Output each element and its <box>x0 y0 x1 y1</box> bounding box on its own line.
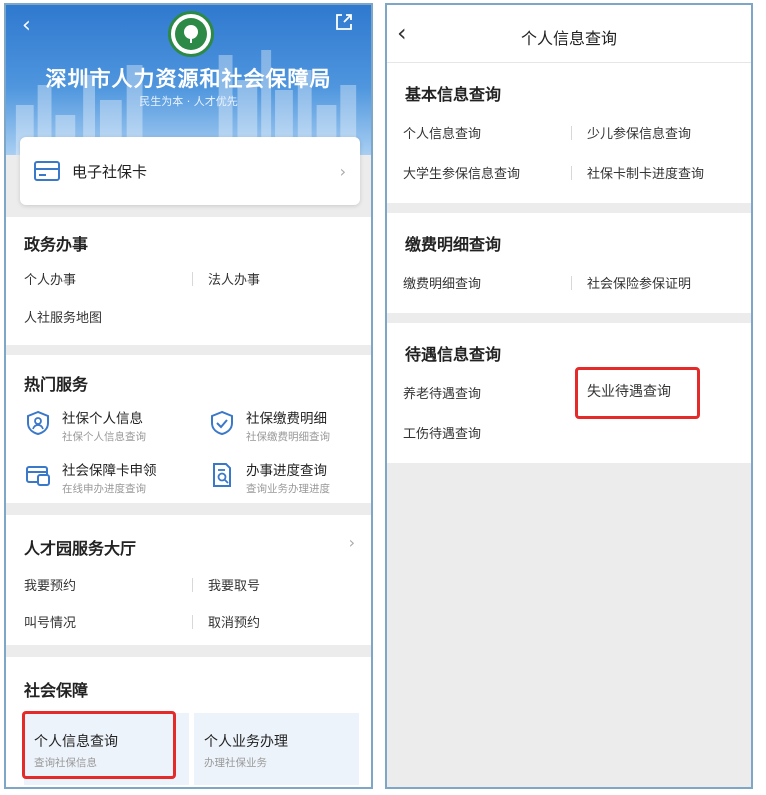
left-phone-screen: ‹ 深圳市人力资源和社会保障局 民生为本 · 人才优先 电子社保卡 › 政务办事… <box>4 3 373 789</box>
service-name: 社保个人信息 <box>62 411 143 427</box>
section-title: 热门服务 <box>24 375 89 394</box>
tile-sub: 办理社保业务 <box>204 757 267 769</box>
service-sub: 社保缴费明细查询 <box>246 431 330 443</box>
ecard-entry[interactable]: 电子社保卡 › <box>20 137 360 205</box>
hot-services-section: 热门服务 社保个人信息 社保个人信息查询 社保缴费明细 社保缴费明细查询 社会保… <box>6 355 371 503</box>
section-title: 人才园服务大厅 <box>24 539 137 558</box>
payment-detail-section: 缴费明细查询 缴费明细查询 社会保险参保证明 <box>387 213 751 313</box>
query-personal-info[interactable]: 个人信息查询 <box>403 123 481 142</box>
shield-check-icon <box>211 410 233 436</box>
service-name: 社保缴费明细 <box>246 411 327 427</box>
right-phone-screen: ‹ 个人信息查询 基本信息查询 个人信息查询 少儿参保信息查询 大学生参保信息查… <box>385 3 753 789</box>
gov-item-corporate[interactable]: 法人办事 <box>208 269 260 288</box>
document-search-icon <box>213 463 231 487</box>
service-payment-detail[interactable]: 社保缴费明细 社保缴费明细查询 <box>208 407 330 444</box>
tile-personal-business[interactable]: 个人业务办理 办理社保业务 <box>194 713 359 785</box>
tree-icon <box>184 25 198 43</box>
query-child-insurance[interactable]: 少儿参保信息查询 <box>587 123 691 142</box>
query-card-progress[interactable]: 社保卡制卡进度查询 <box>587 163 704 182</box>
talent-item-reserve[interactable]: 我要预约 <box>24 575 76 594</box>
service-name: 社会保障卡申领 <box>62 463 157 479</box>
section-title: 缴费明细查询 <box>405 235 502 254</box>
bureau-title: 深圳市人力资源和社会保障局 <box>45 67 332 91</box>
section-title: 基本信息查询 <box>405 85 502 104</box>
service-sub: 社保个人信息查询 <box>62 431 146 443</box>
page-title: 个人信息查询 <box>520 29 617 48</box>
service-name: 办事进度查询 <box>246 463 327 479</box>
chevron-right-icon[interactable]: › <box>349 533 355 552</box>
service-sub: 在线申办进度查询 <box>62 483 146 495</box>
bureau-logo <box>168 11 214 57</box>
section-title: 政务办事 <box>24 235 89 254</box>
top-bar: ‹ 个人信息查询 <box>387 5 751 63</box>
talent-item-cancel[interactable]: 取消预约 <box>208 612 260 631</box>
government-section: 政务办事 个人办事 法人办事 人社服务地图 <box>6 217 371 345</box>
divider <box>192 272 193 286</box>
divider <box>571 126 572 140</box>
query-payment-detail[interactable]: 缴费明细查询 <box>403 273 481 292</box>
card-icon <box>34 161 60 181</box>
divider <box>571 166 572 180</box>
talent-item-ticket[interactable]: 我要取号 <box>208 575 260 594</box>
divider <box>192 578 193 592</box>
talent-hall-section: 人才园服务大厅 › 我要预约 我要取号 叫号情况 取消预约 <box>6 515 371 645</box>
highlight-box <box>575 367 700 419</box>
share-icon[interactable] <box>333 11 355 33</box>
basic-info-section: 基本信息查询 个人信息查询 少儿参保信息查询 大学生参保信息查询 社保卡制卡进度… <box>387 63 751 203</box>
gov-item-map[interactable]: 人社服务地图 <box>24 307 102 326</box>
ecard-label: 电子社保卡 <box>72 162 148 181</box>
divider <box>571 276 572 290</box>
service-card-apply[interactable]: 社会保障卡申领 在线申办进度查询 <box>24 459 157 496</box>
chevron-right-icon: › <box>339 161 346 181</box>
service-progress-query[interactable]: 办事进度查询 查询业务办理进度 <box>208 459 330 496</box>
header-banner: ‹ 深圳市人力资源和社会保障局 民生为本 · 人才优先 <box>6 5 371 155</box>
bureau-slogan: 民生为本 · 人才优先 <box>139 95 238 108</box>
card-apply-icon <box>26 466 50 486</box>
service-personal-info[interactable]: 社保个人信息 社保个人信息查询 <box>24 407 146 444</box>
divider <box>192 615 193 629</box>
tile-name: 个人业务办理 <box>204 734 288 750</box>
service-sub: 查询业务办理进度 <box>246 483 330 495</box>
talent-item-calls[interactable]: 叫号情况 <box>24 612 76 631</box>
gov-item-personal[interactable]: 个人办事 <box>24 269 76 288</box>
section-title: 待遇信息查询 <box>405 345 502 364</box>
shield-person-icon <box>27 410 49 436</box>
section-title: 社会保障 <box>24 681 89 700</box>
highlight-box <box>22 711 176 779</box>
query-pension[interactable]: 养老待遇查询 <box>403 383 481 402</box>
query-student-insurance[interactable]: 大学生参保信息查询 <box>403 163 520 182</box>
back-icon[interactable]: ‹ <box>22 13 31 38</box>
query-insurance-certificate[interactable]: 社会保险参保证明 <box>587 273 691 292</box>
query-work-injury[interactable]: 工伤待遇查询 <box>403 423 481 442</box>
